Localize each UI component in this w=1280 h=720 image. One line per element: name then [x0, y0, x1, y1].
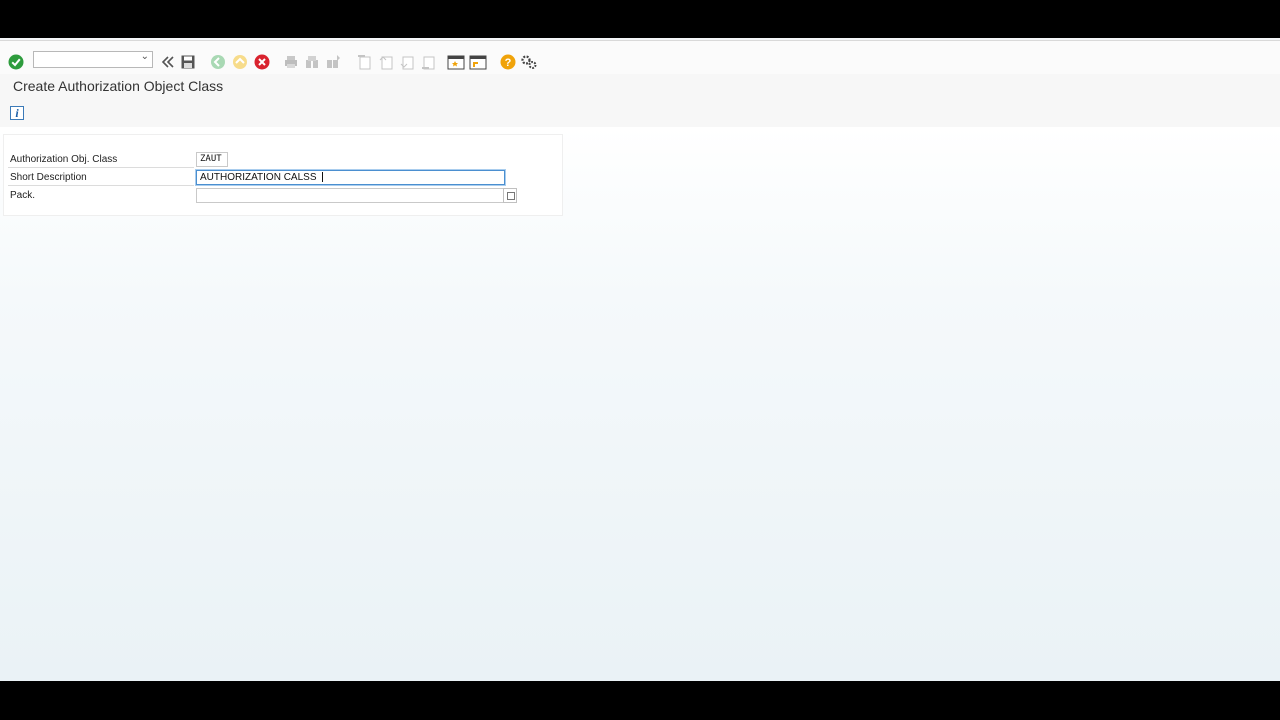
chevron-down-icon[interactable]: ⌄	[141, 51, 149, 62]
exit-icon[interactable]	[231, 53, 249, 71]
package-input[interactable]	[196, 188, 504, 203]
help-icon[interactable]: ?	[499, 53, 517, 71]
command-field[interactable]: ⌄	[33, 51, 153, 68]
info-icon[interactable]: i	[10, 106, 24, 120]
print-icon[interactable]	[282, 53, 300, 71]
text-cursor	[322, 172, 324, 183]
divider	[8, 167, 194, 168]
svg-text:?: ?	[505, 57, 512, 69]
find-next-icon[interactable]	[324, 53, 342, 71]
first-page-icon[interactable]	[355, 53, 373, 71]
back-double-icon[interactable]	[159, 53, 177, 71]
auth-class-field[interactable]: ZAUT	[196, 152, 228, 167]
enter-icon[interactable]	[7, 53, 25, 71]
title-bar: Create Authorization Object Class	[0, 74, 1280, 101]
last-page-icon[interactable]	[419, 53, 437, 71]
value-help-icon[interactable]	[503, 188, 517, 203]
application-toolbar	[0, 100, 1280, 128]
back-icon[interactable]	[209, 53, 227, 71]
desc-label: Short Description	[10, 172, 87, 183]
create-shortcut-icon[interactable]	[469, 53, 487, 71]
pack-label: Pack.	[10, 190, 36, 201]
divider	[8, 185, 194, 186]
cancel-icon[interactable]	[253, 53, 271, 71]
short-description-value: AUTHORIZATION CALSS	[200, 172, 320, 183]
short-description-input[interactable]: AUTHORIZATION CALSS	[196, 170, 505, 185]
previous-page-icon[interactable]	[377, 53, 395, 71]
page-title: Create Authorization Object Class	[13, 78, 224, 94]
find-icon[interactable]	[303, 53, 321, 71]
new-session-icon[interactable]	[447, 53, 465, 71]
class-label: Authorization Obj. Class	[10, 154, 118, 165]
settings-icon[interactable]	[520, 53, 538, 71]
next-page-icon[interactable]	[398, 53, 416, 71]
save-icon[interactable]	[179, 53, 197, 71]
